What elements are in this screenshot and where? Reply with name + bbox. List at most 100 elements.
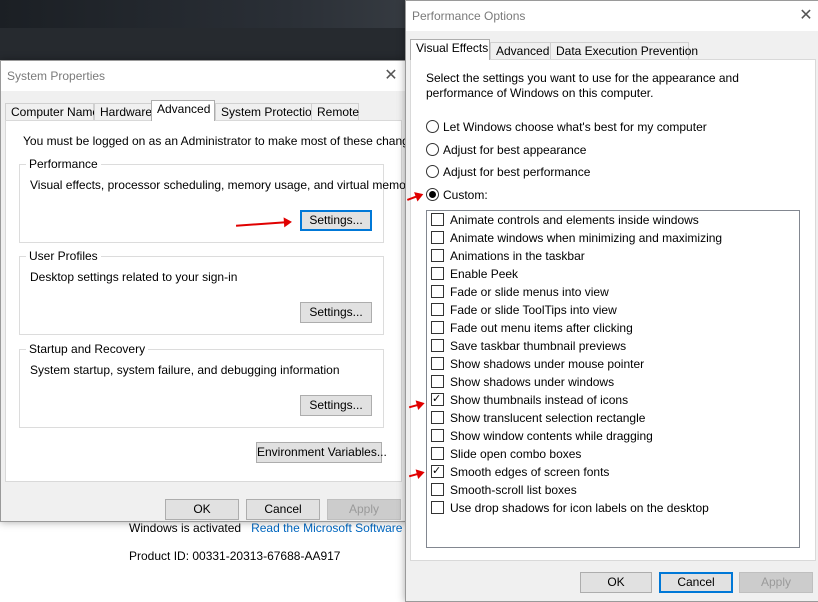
tab-strip: Computer Name Hardware Advanced System P…: [5, 100, 403, 121]
ok-button[interactable]: OK: [165, 499, 239, 520]
checkbox-label: Save taskbar thumbnail previews: [450, 339, 627, 353]
checkbox-row[interactable]: Show window contents while dragging: [431, 427, 653, 445]
checkbox[interactable]: [431, 411, 444, 424]
radio-label: Custom:: [443, 188, 488, 202]
tab-remote[interactable]: Remote: [311, 103, 359, 120]
checkbox-row[interactable]: Show translucent selection rectangle: [431, 409, 645, 427]
checkbox-row[interactable]: Show shadows under mouse pointer: [431, 355, 644, 373]
checkbox-label: Animations in the taskbar: [450, 249, 585, 263]
checkbox-row[interactable]: Slide open combo boxes: [431, 445, 581, 463]
tab-system-protection[interactable]: System Protection: [215, 103, 318, 120]
startup-recovery-settings-button[interactable]: Settings...: [300, 395, 372, 416]
window-title: System Properties: [7, 69, 106, 83]
checkbox[interactable]: [431, 375, 444, 388]
checkbox-label: Enable Peek: [450, 267, 519, 281]
radio-circle: [426, 120, 439, 133]
tab-strip: Visual Effects Advanced Data Execution P…: [410, 39, 814, 60]
checkbox[interactable]: [431, 357, 444, 370]
checkbox[interactable]: [431, 429, 444, 442]
tab-visual-effects[interactable]: Visual Effects: [410, 39, 490, 60]
checkbox-row[interactable]: Animate windows when minimizing and maxi…: [431, 229, 722, 247]
performance-group: Performance Visual effects, processor sc…: [19, 157, 416, 243]
checkbox-row[interactable]: Smooth edges of screen fonts: [431, 462, 609, 481]
intro-text: Select the settings you want to use for …: [426, 71, 739, 101]
checkbox-checked[interactable]: [431, 390, 444, 408]
intro-line: Select the settings you want to use for …: [426, 71, 739, 85]
group-description: Visual effects, processor scheduling, me…: [30, 178, 416, 192]
apply-button[interactable]: Apply: [327, 499, 401, 520]
radio-circle: [426, 143, 439, 156]
license-link[interactable]: Read the Microsoft Software: [251, 521, 402, 535]
checkbox[interactable]: [431, 303, 444, 316]
checkbox-label: Animate windows when minimizing and maxi…: [450, 231, 723, 245]
checkbox[interactable]: [431, 285, 444, 298]
tab-hardware[interactable]: Hardware: [94, 103, 152, 120]
checkbox[interactable]: [431, 501, 444, 514]
activation-text: Windows is activated: [129, 521, 242, 535]
radio-best-performance[interactable]: Adjust for best performance: [426, 164, 590, 180]
checkbox-row[interactable]: Fade out menu items after clicking: [431, 319, 633, 337]
close-icon[interactable]: ✕: [795, 5, 817, 27]
checkbox-row[interactable]: Fade or slide menus into view: [431, 283, 609, 301]
tab-computer-name[interactable]: Computer Name: [5, 103, 99, 120]
radio-circle: [426, 165, 439, 178]
performance-options-titlebar: Performance Options ✕: [406, 1, 818, 31]
close-icon[interactable]: ✕: [380, 65, 402, 87]
window-title: Performance Options: [412, 9, 526, 23]
admin-note: You must be logged on as an Administrato…: [23, 134, 425, 148]
checkbox-label: Show shadows under mouse pointer: [450, 357, 645, 371]
radio-circle-selected: [426, 188, 439, 201]
checkbox-label: Fade or slide ToolTips into view: [450, 303, 617, 317]
group-description: System startup, system failure, and debu…: [30, 363, 340, 377]
system-properties-window: System Properties ✕ Computer Name Hardwa…: [0, 60, 425, 522]
checkbox-row[interactable]: Save taskbar thumbnail previews: [431, 337, 626, 355]
checkbox-label: Fade out menu items after clicking: [450, 321, 633, 335]
performance-settings-button[interactable]: Settings...: [300, 210, 372, 231]
radio-label: Adjust for best appearance: [443, 143, 587, 157]
checkbox-label: Use drop shadows for icon labels on the …: [450, 501, 709, 515]
checkbox[interactable]: [431, 447, 444, 460]
checkbox-row[interactable]: Use drop shadows for icon labels on the …: [431, 499, 709, 517]
checkbox-row[interactable]: Animations in the taskbar: [431, 247, 585, 265]
desktop-background-band: [0, 28, 420, 62]
radio-label: Adjust for best performance: [443, 165, 591, 179]
checkbox[interactable]: [431, 213, 444, 226]
checkbox-row[interactable]: Animate controls and elements inside win…: [431, 211, 699, 229]
cancel-button[interactable]: Cancel: [659, 572, 733, 593]
checkbox-label: Show thumbnails instead of icons: [450, 393, 629, 407]
checkbox[interactable]: [431, 339, 444, 352]
checkbox-label: Show window contents while dragging: [450, 429, 653, 443]
tab-advanced[interactable]: Advanced: [490, 42, 551, 59]
checkbox[interactable]: [431, 231, 444, 244]
tab-data-execution-prevention[interactable]: Data Execution Prevention: [550, 42, 698, 59]
checkbox-row[interactable]: Show thumbnails instead of icons: [431, 390, 629, 409]
user-profiles-settings-button[interactable]: Settings...: [300, 302, 372, 323]
checkbox[interactable]: [431, 483, 444, 496]
checkbox-label: Smooth-scroll list boxes: [450, 483, 577, 497]
checkbox-label: Show translucent selection rectangle: [450, 411, 646, 425]
checkbox-label: Show shadows under windows: [450, 375, 615, 389]
checkbox-row[interactable]: Show shadows under windows: [431, 373, 614, 391]
checkbox-row[interactable]: Fade or slide ToolTips into view: [431, 301, 617, 319]
group-title: Startup and Recovery: [26, 342, 149, 356]
checkbox[interactable]: [431, 267, 444, 280]
checkbox-row[interactable]: Smooth-scroll list boxes: [431, 481, 577, 499]
environment-variables-button[interactable]: Environment Variables...: [256, 442, 387, 463]
checkbox[interactable]: [431, 321, 444, 334]
cancel-button[interactable]: Cancel: [246, 499, 320, 520]
system-properties-titlebar: System Properties ✕: [1, 61, 406, 91]
tab-advanced[interactable]: Advanced: [151, 100, 215, 121]
checkbox-row[interactable]: Enable Peek: [431, 265, 518, 283]
checkbox[interactable]: [431, 249, 444, 262]
radio-custom[interactable]: Custom:: [426, 187, 488, 203]
ok-button[interactable]: OK: [580, 572, 652, 593]
radio-best-appearance[interactable]: Adjust for best appearance: [426, 142, 586, 158]
checkbox-checked[interactable]: [431, 462, 444, 480]
activation-status: Windows is activated Read the Microsoft …: [129, 521, 402, 535]
advanced-panel: You must be logged on as an Administrato…: [5, 120, 425, 482]
radio-label: Let Windows choose what's best for my co…: [443, 120, 707, 134]
radio-let-windows-choose[interactable]: Let Windows choose what's best for my co…: [426, 119, 707, 135]
apply-button[interactable]: Apply: [739, 572, 813, 593]
visual-effects-list[interactable]: Animate controls and elements inside win…: [426, 210, 800, 548]
product-id: Product ID: 00331-20313-67688-AA917: [129, 549, 341, 563]
